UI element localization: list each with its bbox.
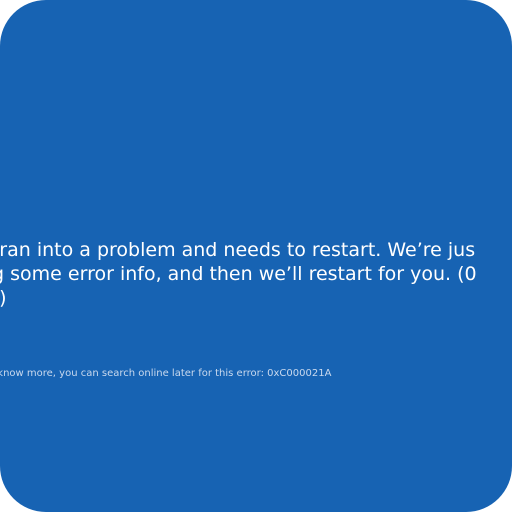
error-code-detail: o know more, you can search online later…: [0, 368, 332, 379]
crash-message-line-1: C ran into a problem and needs to restar…: [0, 239, 476, 261]
crash-message-line-2: ng some error info, and then we’ll resta…: [0, 263, 477, 285]
blue-screen: C ran into a problem and needs to restar…: [0, 0, 512, 512]
crash-message-line-3: te): [0, 286, 512, 310]
crash-message: C ran into a problem and needs to restar…: [0, 238, 512, 310]
